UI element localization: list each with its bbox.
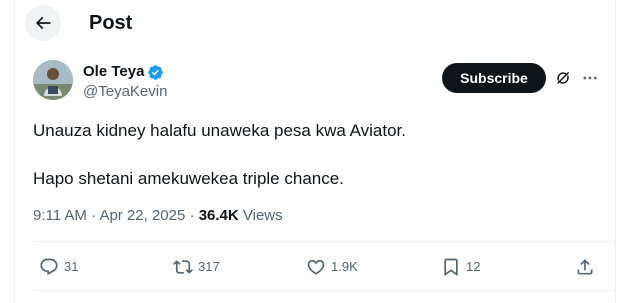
author-handle[interactable]: @TeyaKevin [83,83,167,101]
arrow-left-icon [35,16,51,30]
subscribe-button[interactable]: Subscribe [442,63,546,93]
avatar[interactable] [33,60,73,100]
share-button[interactable] [575,256,595,278]
verified-badge-icon[interactable] [147,64,164,81]
divider [33,241,615,242]
more-button[interactable] [579,68,601,88]
reply-button[interactable]: 31 [39,256,78,278]
back-button[interactable] [25,5,61,41]
repost-button[interactable]: 317 [173,256,220,278]
repost-count: 317 [198,259,220,274]
like-button[interactable]: 1.9K [306,256,358,278]
more-horizontal-icon [583,76,597,80]
repost-icon [173,260,193,274]
post-detail-panel: Post Ole Teya @TeyaKevin Subscribe Unauz [14,0,616,303]
grok-button[interactable] [553,68,573,88]
meta-separator: · [185,207,199,224]
bookmark-count: 12 [466,259,481,274]
reply-count: 31 [64,259,79,274]
views-count: 36.4K [198,207,239,224]
like-count: 1.9K [331,259,358,274]
tweet-meta: 9:11 AM · Apr 22, 2025 · 36.4K Views [33,206,283,226]
views-label: Views [238,207,283,224]
divider [33,290,615,291]
heart-icon [307,259,325,275]
share-icon [577,259,593,275]
page-title: Post [89,12,133,34]
grok-icon [557,72,569,84]
bookmark-button[interactable]: 12 [441,256,480,278]
bookmark-icon [444,258,458,277]
tweet-text-line-2: Hapo shetani amekuwekea triple chance. [33,169,344,188]
top-bar: Post [15,0,615,48]
tweet-date[interactable]: Apr 22, 2025 [99,207,185,224]
tweet-time[interactable]: 9:11 AM [33,207,87,224]
tweet-text-line-1: Unauza kidney halafu unaweka pesa kwa Av… [33,121,406,140]
author-name[interactable]: Ole Teya [83,62,144,82]
meta-separator: · [86,207,100,224]
avatar-image [33,60,73,100]
reply-icon [40,258,58,276]
author-name-row[interactable]: Ole Teya [83,62,164,82]
